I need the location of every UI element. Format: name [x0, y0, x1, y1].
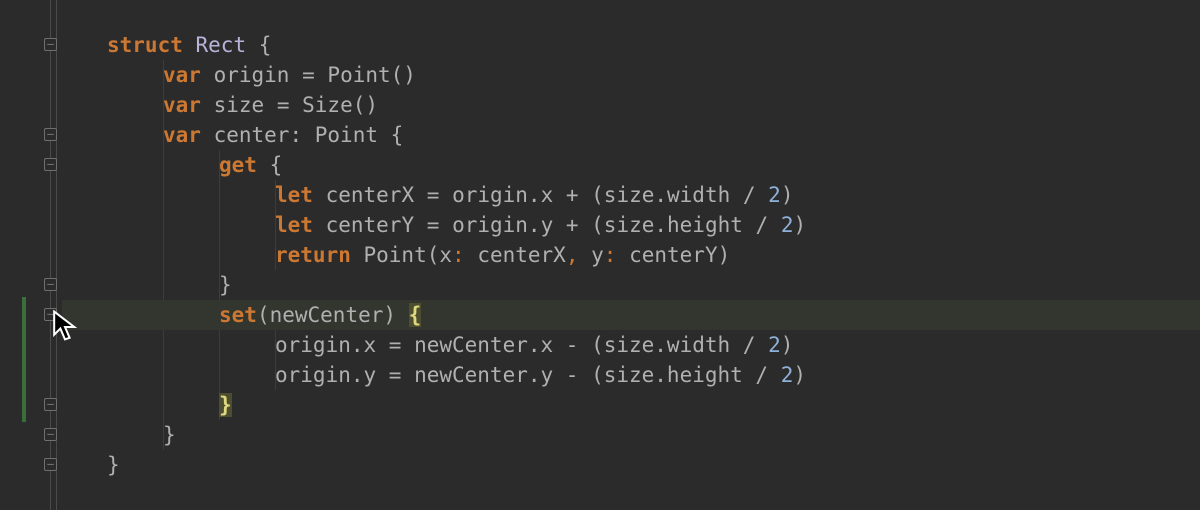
colon: :	[604, 243, 617, 267]
vcs-change-strip	[22, 297, 26, 422]
parameter-list: (newCenter)	[257, 303, 409, 327]
number-literal: 2	[768, 333, 781, 357]
brace: {	[391, 123, 404, 147]
fold-handle[interactable]	[44, 308, 57, 321]
code-line-current[interactable]: set(newCenter) {	[62, 300, 1200, 330]
expression: y	[578, 243, 603, 267]
paren: )	[793, 363, 806, 387]
brace: }	[107, 453, 120, 477]
code-line[interactable]: return Point(x: centerX, y: centerY)	[62, 240, 1200, 270]
paren: )	[781, 333, 794, 357]
code-line[interactable]: get {	[62, 150, 1200, 180]
fold-handle[interactable]	[44, 458, 57, 471]
code-area[interactable]: struct Rect { var origin = Point() var s…	[62, 0, 1200, 510]
number-literal: 2	[781, 363, 794, 387]
brace-close-matched: }	[219, 393, 232, 417]
code-line[interactable]: let centerY = origin.y + (size.height / …	[62, 210, 1200, 240]
expression: centerY)	[616, 243, 730, 267]
paren: )	[781, 183, 794, 207]
colon: :	[452, 243, 465, 267]
code-line[interactable]: }	[62, 450, 1200, 480]
brace-open-matched: {	[409, 303, 422, 327]
type-name: Rect	[196, 33, 247, 57]
expression: origin.x + (size.width /	[452, 183, 768, 207]
code-line[interactable]: struct Rect {	[62, 30, 1200, 60]
operator: =	[302, 63, 315, 87]
code-line[interactable]: origin.x = newCenter.x - (size.width / 2…	[62, 330, 1200, 360]
brace: {	[259, 33, 272, 57]
keyword-var: var	[163, 123, 201, 147]
brace: {	[270, 153, 283, 177]
identifier: centerY	[326, 213, 415, 237]
operator: =	[427, 183, 440, 207]
fold-handle[interactable]	[44, 428, 57, 441]
code-line[interactable]: }	[62, 420, 1200, 450]
code-line[interactable]: }	[62, 390, 1200, 420]
identifier: origin	[214, 63, 290, 87]
call-expr: Size()	[302, 93, 378, 117]
keyword-struct: struct	[107, 33, 183, 57]
gutter	[0, 0, 62, 510]
code-line[interactable]: var center: Point {	[62, 120, 1200, 150]
fold-handle[interactable]	[44, 398, 57, 411]
brace: }	[163, 423, 176, 447]
brace: }	[219, 273, 232, 297]
keyword-var: var	[163, 93, 201, 117]
operator: =	[427, 213, 440, 237]
code-line[interactable]: let centerX = origin.x + (size.width / 2…	[62, 180, 1200, 210]
expression: centerX	[465, 243, 566, 267]
colon: :	[289, 123, 302, 147]
code-line[interactable]: }	[62, 270, 1200, 300]
identifier: size	[214, 93, 265, 117]
code-line[interactable]: origin.y = newCenter.y - (size.height / …	[62, 360, 1200, 390]
comma: ,	[566, 243, 579, 267]
code-line[interactable]: var size = Size()	[62, 90, 1200, 120]
keyword-let: let	[275, 183, 313, 207]
paren: )	[793, 213, 806, 237]
expression: origin.y + (size.height /	[452, 213, 781, 237]
keyword-get: get	[219, 153, 257, 177]
type-name: Point	[315, 123, 378, 147]
expression: Point(x	[351, 243, 452, 267]
keyword-let: let	[275, 213, 313, 237]
keyword-var: var	[163, 63, 201, 87]
expression: origin.x = newCenter.x - (size.width /	[275, 333, 768, 357]
number-literal: 2	[781, 213, 794, 237]
code-editor[interactable]: struct Rect { var origin = Point() var s…	[0, 0, 1200, 510]
expression: origin.y = newCenter.y - (size.height /	[275, 363, 781, 387]
call-expr: Point()	[327, 63, 416, 87]
fold-handle[interactable]	[44, 38, 57, 51]
fold-handle[interactable]	[44, 278, 57, 291]
operator: =	[277, 93, 290, 117]
code-line[interactable]: var origin = Point()	[62, 60, 1200, 90]
number-literal: 2	[768, 183, 781, 207]
identifier: centerX	[326, 183, 415, 207]
fold-handle[interactable]	[44, 128, 57, 141]
fold-handle[interactable]	[44, 158, 57, 171]
keyword-return: return	[275, 243, 351, 267]
keyword-set: set	[219, 303, 257, 327]
identifier: center	[214, 123, 290, 147]
